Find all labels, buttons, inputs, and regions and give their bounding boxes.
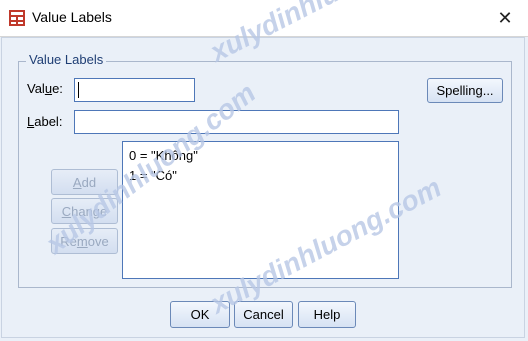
- change-button[interactable]: Change: [51, 198, 118, 224]
- ok-button[interactable]: OK: [170, 301, 230, 328]
- close-button[interactable]: ✕: [482, 0, 528, 36]
- spelling-button[interactable]: Spelling...: [427, 78, 503, 103]
- remove-button[interactable]: Re m ove: [51, 228, 118, 254]
- help-button[interactable]: Help: [298, 301, 356, 328]
- cancel-button[interactable]: Cancel: [234, 301, 293, 328]
- label-label: Label:: [27, 114, 63, 129]
- label-input[interactable]: [74, 110, 399, 134]
- close-icon: ✕: [497, 7, 513, 28]
- value-labels-app-icon: [9, 10, 25, 26]
- add-button[interactable]: Add: [51, 169, 118, 195]
- group-title: Value Labels: [26, 52, 107, 67]
- list-item[interactable]: 1 = "Có": [129, 166, 392, 186]
- text-caret: [78, 82, 79, 98]
- value-labels-list[interactable]: 0 = "Không" 1 = "Có": [122, 141, 399, 279]
- value-label: Value:: [27, 81, 63, 96]
- window-title: Value Labels: [32, 9, 112, 25]
- value-input[interactable]: [74, 78, 195, 102]
- title-bar: Value Labels ✕: [0, 0, 528, 37]
- list-item[interactable]: 0 = "Không": [129, 146, 392, 166]
